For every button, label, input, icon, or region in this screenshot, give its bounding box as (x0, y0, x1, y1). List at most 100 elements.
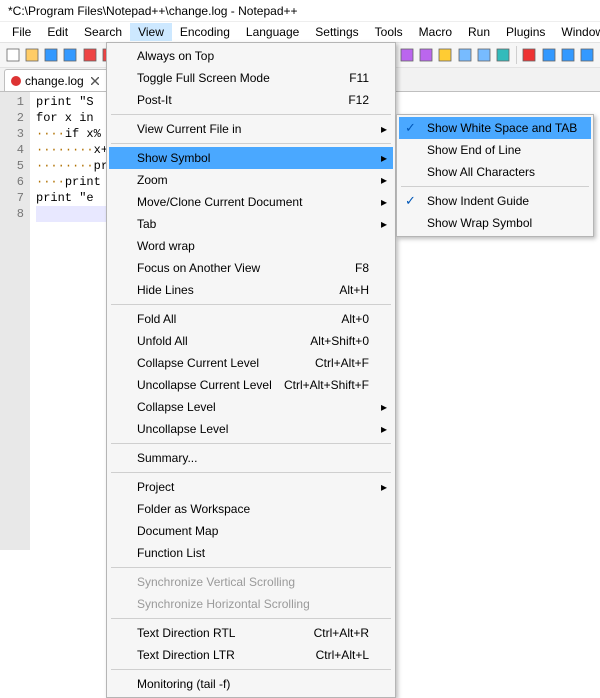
menu-encoding[interactable]: Encoding (172, 23, 238, 41)
eye-button[interactable] (495, 46, 512, 64)
submenu-arrow-icon: ▸ (381, 217, 387, 231)
view-menu-item-post-it[interactable]: Post-ItF12 (109, 89, 393, 111)
view-menu-item-folder-as-workspace[interactable]: Folder as Workspace (109, 498, 393, 520)
view-menu-item-uncollapse-level[interactable]: Uncollapse Level▸ (109, 418, 393, 440)
view-menu-item-toggle-full-screen-mode[interactable]: Toggle Full Screen ModeF11 (109, 67, 393, 89)
submenu-arrow-icon: ▸ (381, 422, 387, 436)
view-menu-item-collapse-current-level[interactable]: Collapse Current LevelCtrl+Alt+F (109, 352, 393, 374)
menu-item-shortcut: F8 (355, 261, 369, 275)
menu-item-label: Synchronize Horizontal Scrolling (137, 597, 310, 611)
menu-edit[interactable]: Edit (39, 23, 76, 41)
close-icon (83, 48, 97, 62)
menu-window[interactable]: Window (553, 23, 600, 41)
record-button[interactable] (521, 46, 538, 64)
view-menu-item-text-direction-ltr[interactable]: Text Direction LTRCtrl+Alt+L (109, 644, 393, 666)
line-number: 6 (0, 174, 24, 190)
view-menu-item-focus-on-another-view[interactable]: Focus on Another ViewF8 (109, 257, 393, 279)
view-menu-item-summary[interactable]: Summary... (109, 447, 393, 469)
view-menu-item-project[interactable]: Project ▸ (109, 476, 393, 498)
menu-run[interactable]: Run (460, 23, 498, 41)
close-tab-icon[interactable] (88, 74, 102, 88)
view-menu-item-tab[interactable]: Tab ▸ (109, 213, 393, 235)
record-icon (522, 48, 536, 62)
menu-separator (111, 618, 391, 619)
menu-separator (111, 567, 391, 568)
menu-item-label: Show All Characters (427, 165, 535, 179)
view-menu-item-show-symbol[interactable]: Show Symbol▸ (109, 147, 393, 169)
guide-button[interactable] (417, 46, 434, 64)
line-number: 5 (0, 158, 24, 174)
menu-macro[interactable]: Macro (411, 23, 460, 41)
menu-item-label: Project (137, 480, 174, 494)
new-icon (6, 48, 20, 62)
view-menu-item-view-current-file-in[interactable]: View Current File in▸ (109, 118, 393, 140)
menu-view[interactable]: View (130, 23, 172, 41)
menu-separator (111, 472, 391, 473)
menu-tools[interactable]: Tools (367, 23, 411, 41)
menu-item-label: Document Map (137, 524, 218, 538)
view-menu-item-text-direction-rtl[interactable]: Text Direction RTLCtrl+Alt+R (109, 622, 393, 644)
menu-item-label: Summary... (137, 451, 197, 465)
show-symbol-item-show-indent-guide[interactable]: ✓ Show Indent Guide (399, 190, 591, 212)
menu-item-label: Always on Top (137, 49, 214, 63)
submenu-arrow-icon: ▸ (381, 195, 387, 209)
menu-file[interactable]: File (4, 23, 39, 41)
menu-item-label: Zoom (137, 173, 168, 187)
check-icon: ✓ (405, 193, 416, 209)
close-button[interactable] (81, 46, 98, 64)
save-all-icon (63, 48, 77, 62)
save-button[interactable] (43, 46, 60, 64)
menu-item-label: Show Indent Guide (427, 194, 529, 208)
playlist-button[interactable] (579, 46, 596, 64)
show-symbol-item-show-end-of-line[interactable]: Show End of Line (399, 139, 591, 161)
folder-icon (438, 48, 452, 62)
submenu-arrow-icon: ▸ (381, 480, 387, 494)
menu-search[interactable]: Search (76, 23, 130, 41)
view-menu-item-unfold-all[interactable]: Unfold AllAlt+Shift+0 (109, 330, 393, 352)
indent-icon (400, 48, 414, 62)
submenu-arrow-icon: ▸ (381, 122, 387, 136)
view-menu-item-function-list[interactable]: Function List (109, 542, 393, 564)
stop-button[interactable] (559, 46, 576, 64)
menu-item-label: Collapse Current Level (137, 356, 259, 370)
menu-item-label: Tab (137, 217, 156, 231)
menu-separator (111, 304, 391, 305)
menu-settings[interactable]: Settings (307, 23, 366, 41)
view-menu-item-zoom[interactable]: Zoom▸ (109, 169, 393, 191)
view-menu-item-collapse-level[interactable]: Collapse Level▸ (109, 396, 393, 418)
menu-plugins[interactable]: Plugins (498, 23, 553, 41)
menu-item-shortcut: Ctrl+Alt+R (314, 626, 369, 640)
line-number: 7 (0, 190, 24, 206)
open-button[interactable] (23, 46, 40, 64)
show-symbol-item-show-wrap-symbol[interactable]: Show Wrap Symbol (399, 212, 591, 234)
show-symbol-item-show-white-space-and-tab[interactable]: ✓Show White Space and TAB (399, 117, 591, 139)
tab-label: change.log (25, 74, 84, 88)
view-menu-item-document-map[interactable]: Document Map (109, 520, 393, 542)
doclist-button[interactable] (456, 46, 473, 64)
folder-button[interactable] (437, 46, 454, 64)
line-number-gutter: 12345678 (0, 92, 30, 550)
unsaved-indicator-icon (11, 76, 21, 86)
indent-button[interactable] (398, 46, 415, 64)
save-all-button[interactable] (62, 46, 79, 64)
view-menu-item-monitoring-tail-f[interactable]: Monitoring (tail -f) (109, 673, 393, 695)
view-menu-item-fold-all[interactable]: Fold AllAlt+0 (109, 308, 393, 330)
func-button[interactable] (475, 46, 492, 64)
menu-language[interactable]: Language (238, 23, 307, 41)
view-menu-item-word-wrap[interactable]: Word wrap (109, 235, 393, 257)
line-number: 4 (0, 142, 24, 158)
view-menu-item-hide-lines[interactable]: Hide LinesAlt+H (109, 279, 393, 301)
menu-item-label: Text Direction LTR (137, 648, 235, 662)
show-symbol-submenu: ✓Show White Space and TABShow End of Lin… (396, 114, 594, 237)
check-icon: ✓ (405, 120, 416, 136)
view-menu-item-uncollapse-current-level[interactable]: Uncollapse Current LevelCtrl+Alt+Shift+F (109, 374, 393, 396)
new-button[interactable] (4, 46, 21, 64)
open-icon (25, 48, 39, 62)
view-menu-item-always-on-top[interactable]: Always on Top (109, 45, 393, 67)
show-symbol-item-show-all-characters[interactable]: Show All Characters (399, 161, 591, 183)
play-button[interactable] (540, 46, 557, 64)
tab-changelog[interactable]: change.log (4, 69, 109, 91)
view-menu-item-move-clone-current-document[interactable]: Move/Clone Current Document▸ (109, 191, 393, 213)
menu-item-shortcut: Ctrl+Alt+Shift+F (284, 378, 369, 392)
submenu-arrow-icon: ▸ (381, 400, 387, 414)
